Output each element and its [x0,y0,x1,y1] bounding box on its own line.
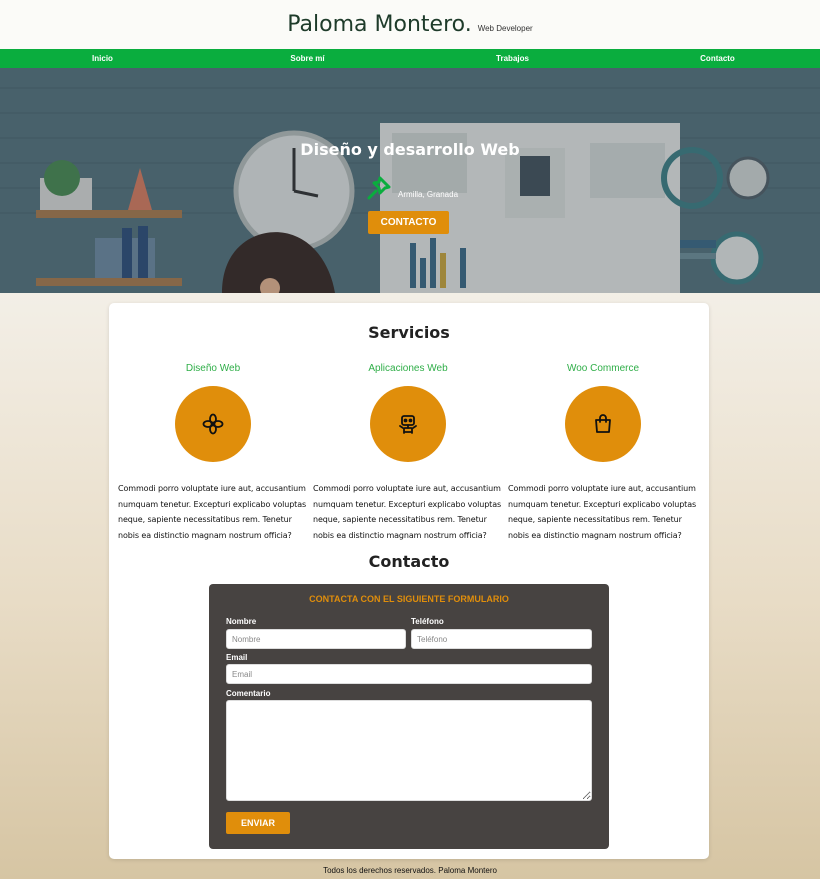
brand-name: Paloma Montero. [287,12,472,37]
name-label: Nombre [226,617,257,626]
footer-text: Todos los derechos reservados. Paloma Mo… [323,866,497,875]
hero-contact-button[interactable]: CONTACTO [368,211,449,234]
nav-item-trabajos[interactable]: Trabajos [418,54,608,63]
nav-item-contacto[interactable]: Contacto [623,54,813,63]
service-title: Woo Commerce [566,363,640,374]
location-text: Armilla, Granada [398,190,459,199]
email-field[interactable] [226,664,592,684]
contact-form: CONTACTA CON EL SIGUIENTE FORMULARIO Nom… [209,584,609,849]
service-icon-circle [565,386,641,462]
comment-label: Comentario [226,689,271,698]
service-icon-circle [175,386,251,462]
service-description: Commodi porro voluptate iure aut, accusa… [313,484,502,540]
site-header: Paloma Montero. Web Developer [0,0,820,49]
service-card-woo-commerce: Woo Commerce Commodi porro voluptate iur… [508,363,698,543]
hero: Diseño y desarrollo Web Armilla, Granada… [0,68,820,293]
service-description: Commodi porro voluptate iure aut, accusa… [508,484,697,540]
content-card: Servicios Diseño Web Commodi porro volup… [109,303,709,859]
service-title: Aplicaciones Web [368,363,448,374]
services-title: Servicios [368,323,450,342]
brand: Paloma Montero. Web Developer [287,12,532,37]
contact-title: Contacto [368,552,450,571]
service-card-aplicaciones-web: Aplicaciones Web Commodi porro voluptate… [313,363,503,543]
hero-title: Diseño y desarrollo Web [300,140,520,159]
flower-icon [202,413,224,435]
service-icon-circle [370,386,446,462]
form-heading: CONTACTA CON EL SIGUIENTE FORMULARIO [309,594,509,604]
nav-item-inicio[interactable]: Inicio [8,54,198,63]
brand-role: Web Developer [477,24,533,33]
send-button[interactable]: ENVIAR [226,812,290,834]
phone-label: Teléfono [411,617,444,626]
service-description: Commodi porro voluptate iure aut, accusa… [118,484,307,540]
email-label: Email [226,653,248,662]
service-card-diseno-web: Diseño Web Commodi porro voluptate iure … [118,363,308,543]
phone-field[interactable] [411,629,592,649]
name-field[interactable] [226,629,406,649]
service-title: Diseño Web [185,363,241,374]
shopping-bag-icon [595,414,611,433]
robot-icon [399,415,417,434]
comment-field[interactable] [226,700,592,801]
hero-location: Armilla, Granada [366,173,458,201]
nav-item-sobre-mi[interactable]: Sobre mí [213,54,403,63]
pushpin-icon [367,176,391,200]
main-nav: Inicio Sobre mí Trabajos Contacto [0,49,820,68]
